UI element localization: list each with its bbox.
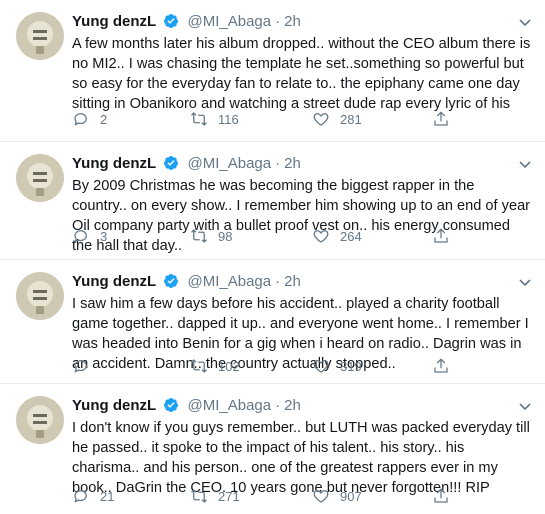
verified-badge-icon <box>163 13 179 35</box>
like-icon <box>313 490 329 503</box>
reply-button[interactable]: 2 <box>72 110 107 130</box>
caret-down-icon[interactable] <box>517 14 533 30</box>
reply-button[interactable]: 21 <box>72 487 114 507</box>
author-handle[interactable]: @MI_Abaga <box>188 13 272 30</box>
separator-dot: · <box>275 397 281 414</box>
separator-dot: · <box>275 13 281 30</box>
tweet-text: I don't know if you guys remember.. but … <box>72 420 534 496</box>
caret-down-icon[interactable] <box>517 398 533 414</box>
like-button[interactable]: 319 <box>312 357 362 377</box>
tweet-text: A few months later his album dropped.. w… <box>72 36 535 112</box>
verified-badge-icon <box>163 273 179 295</box>
timestamp[interactable]: 2h <box>284 155 301 172</box>
reply-button[interactable]: 3 <box>72 227 107 247</box>
author-handle[interactable]: @MI_Abaga <box>188 273 272 290</box>
verified-badge-icon <box>163 397 179 419</box>
share-button[interactable] <box>432 357 450 377</box>
avatar[interactable] <box>16 396 64 444</box>
avatar[interactable] <box>16 12 64 60</box>
tweet-text: I saw him a few days before his accident… <box>72 296 533 372</box>
retweet-icon <box>191 489 207 503</box>
tweet-feed: Yung denzL @MI_Abaga · 2h A few months lat… <box>0 0 545 514</box>
reply-icon <box>74 360 87 373</box>
avatar[interactable] <box>16 272 64 320</box>
author-name[interactable]: Yung denzL <box>72 155 156 172</box>
separator-dot: · <box>275 155 281 172</box>
like-count: 264 <box>340 229 362 244</box>
like-icon <box>313 360 329 373</box>
reply-button[interactable] <box>72 357 100 377</box>
avatar[interactable] <box>16 154 64 202</box>
timestamp[interactable]: 2h <box>284 13 301 30</box>
share-icon <box>434 358 448 373</box>
share-icon <box>434 111 448 126</box>
author-name[interactable]: Yung denzL <box>72 13 156 30</box>
tweet-text: By 2009 Christmas he was becoming the bi… <box>72 178 535 254</box>
share-button[interactable] <box>432 110 450 130</box>
tweet[interactable]: Yung denzL @MI_Abaga · 2h I saw him a few … <box>0 260 545 384</box>
retweet-button[interactable]: 98 <box>190 227 232 247</box>
tweet[interactable]: Yung denzL @MI_Abaga · 2h By 2009 Christma… <box>0 142 545 260</box>
reply-icon <box>74 113 87 126</box>
verified-badge-icon <box>163 155 179 177</box>
author-name[interactable]: Yung denzL <box>72 273 156 290</box>
retweet-count: 102 <box>218 359 240 374</box>
author-handle[interactable]: @MI_Abaga <box>188 397 272 414</box>
share-icon <box>434 488 448 503</box>
caret-down-icon[interactable] <box>517 156 533 172</box>
like-button[interactable]: 264 <box>312 227 362 247</box>
tweet[interactable]: Yung denzL @MI_Abaga · 2h A few months lat… <box>0 0 545 142</box>
like-count: 319 <box>340 359 362 374</box>
share-button[interactable] <box>432 227 450 247</box>
timestamp[interactable]: 2h <box>284 273 301 290</box>
separator-dot: · <box>275 273 281 290</box>
caret-down-icon[interactable] <box>517 274 533 290</box>
like-count: 281 <box>340 112 362 127</box>
share-icon <box>434 228 448 243</box>
retweet-count: 98 <box>218 229 233 244</box>
reply-count: 21 <box>100 489 115 504</box>
like-icon <box>313 113 329 126</box>
tweet[interactable]: Yung denzL @MI_Abaga · 2h I don't know if … <box>0 384 545 514</box>
like-count: 907 <box>340 489 362 504</box>
like-icon <box>313 230 329 243</box>
retweet-icon <box>191 359 207 373</box>
author-handle[interactable]: @MI_Abaga <box>188 155 272 172</box>
retweet-count: 116 <box>218 112 239 127</box>
reply-count: 2 <box>100 112 108 127</box>
reply-icon <box>74 490 87 503</box>
timestamp[interactable]: 2h <box>284 397 301 414</box>
retweet-count: 271 <box>218 489 240 504</box>
reply-icon <box>74 230 87 243</box>
retweet-button[interactable]: 271 <box>190 487 240 507</box>
reply-count: 3 <box>100 229 108 244</box>
like-button[interactable]: 907 <box>312 487 362 507</box>
author-name[interactable]: Yung denzL <box>72 397 156 414</box>
retweet-icon <box>191 112 207 126</box>
share-button[interactable] <box>432 487 450 507</box>
like-button[interactable]: 281 <box>312 110 362 130</box>
retweet-button[interactable]: 116 <box>190 110 239 130</box>
retweet-button[interactable]: 102 <box>190 357 240 377</box>
retweet-icon <box>191 229 207 243</box>
